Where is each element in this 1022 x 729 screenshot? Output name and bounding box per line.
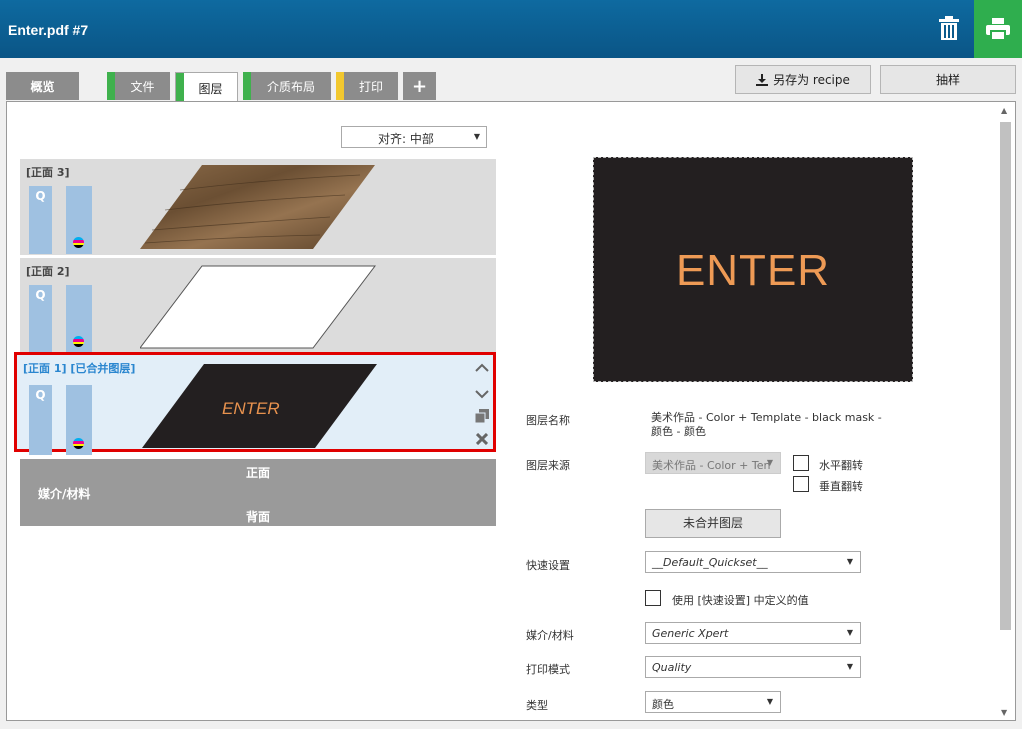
chevron-down-icon: ▼ (846, 662, 853, 671)
sample-label: 抽样 (935, 73, 960, 87)
trash-icon (939, 16, 959, 40)
tab-layers-label: 图层 (198, 81, 223, 96)
move-down-icon[interactable] (475, 387, 489, 403)
layer-item-front-1-selected[interactable]: [正面 1] [已合并图层] Q ENTER (14, 352, 496, 455)
media-back-label: 背面 (245, 510, 270, 524)
layer-preview: ENTER (593, 157, 913, 382)
plus-icon: + (411, 75, 428, 97)
status-stripe (243, 72, 251, 100)
status-stripe (336, 72, 344, 100)
layer-source-value: 美术作品 - Color + Ten (652, 459, 771, 472)
status-stripe (176, 73, 184, 103)
status-stripe (107, 72, 115, 100)
media-front-label: 正面 (245, 466, 270, 480)
vertical-scrollbar[interactable]: ▲ ▼ (998, 104, 1014, 719)
tab-layers[interactable]: 图层 (175, 72, 238, 103)
flip-horizontal-checkbox[interactable] (793, 455, 809, 471)
scroll-up-icon[interactable]: ▲ (1001, 106, 1007, 115)
move-up-icon[interactable] (475, 361, 489, 377)
sample-button[interactable]: 抽样 (880, 65, 1016, 94)
use-quickset-label: 使用 [快速设置] 中定义的值 (672, 594, 809, 607)
quickset-select[interactable]: __Default_Quickset__ ▼ (645, 551, 861, 573)
layer-name-value-line2: 颜色 - 颜色 (651, 425, 706, 438)
media-material-label: 媒介/材料 (38, 487, 91, 501)
type-label: 类型 (526, 699, 548, 712)
tab-media-layout[interactable]: 介质布局 (243, 72, 331, 100)
chevron-down-icon: ▼ (766, 458, 773, 467)
type-select[interactable]: 颜色 ▼ (645, 691, 781, 713)
tab-media-layout-label: 介质布局 (266, 79, 315, 94)
color-channel-bar (66, 285, 92, 353)
print-mode-select[interactable]: Quality ▼ (645, 656, 861, 678)
layer-thumbnail-wood (140, 165, 375, 249)
scrollbar-thumb[interactable] (1000, 122, 1011, 630)
tab-overview-label: 概览 (30, 79, 55, 94)
chevron-down-icon: ▼ (473, 132, 480, 141)
flip-vertical-label: 垂直翻转 (819, 480, 863, 493)
layer-source-select: 美术作品 - Color + Ten ▼ (645, 452, 781, 474)
layer-source-label: 图层来源 (526, 459, 570, 472)
cmyk-icon (73, 237, 84, 248)
window-title: Enter.pdf #7 (8, 22, 89, 38)
unmerge-button[interactable]: 未合并图层 (645, 509, 781, 538)
media-block: 正面 媒介/材料 背面 (20, 459, 496, 526)
scroll-down-icon[interactable]: ▼ (1001, 708, 1007, 717)
media-label: 媒介/材料 (526, 629, 574, 642)
color-channel-bar (66, 385, 92, 455)
layer-thumbnail-white (140, 265, 377, 349)
printer-icon (986, 18, 1010, 40)
save-as-recipe-button[interactable]: 另存为 recipe (735, 65, 871, 94)
layer-name-value-line1: 美术作品 - Color + Template - black mask - (651, 411, 882, 424)
media-value: Generic Xpert (652, 627, 729, 640)
delete-layer-icon[interactable] (475, 432, 489, 449)
delete-button[interactable] (930, 8, 968, 48)
media-select[interactable]: Generic Xpert ▼ (645, 622, 861, 644)
quickset-value: __Default_Quickset__ (652, 556, 768, 569)
align-select[interactable]: 对齐: 中部 ▼ (341, 126, 487, 148)
chevron-down-icon: ▼ (766, 697, 773, 706)
cmyk-icon (73, 336, 84, 347)
tab-print-label: 打印 (358, 79, 383, 94)
layer-name: [正面 2] (26, 265, 70, 278)
flip-horizontal-label: 水平翻转 (819, 459, 863, 472)
quickset-label: 快速设置 (526, 559, 570, 572)
layer-item-front-2[interactable]: [正面 2] Q (20, 257, 496, 354)
chevron-down-icon: ▼ (846, 557, 853, 566)
layer-name-value: 美术作品 - Color + Template - black mask - 颜… (651, 411, 882, 439)
tab-overview[interactable]: 概览 (6, 72, 79, 100)
layer-thumbnail-text: ENTER (222, 399, 280, 418)
quality-indicator: Q (29, 186, 52, 254)
quality-indicator: Q (29, 285, 52, 353)
preview-text: ENTER (675, 246, 831, 295)
align-select-value: 对齐: 中部 (378, 132, 434, 146)
color-channel-bar (66, 186, 92, 254)
chevron-down-icon: ▼ (846, 628, 853, 637)
tab-files-label: 文件 (130, 79, 155, 94)
cmyk-icon (73, 438, 84, 449)
layer-name: [正面 3] (26, 166, 70, 179)
use-quickset-checkbox[interactable] (645, 590, 661, 606)
download-icon (756, 73, 769, 86)
copy-icon[interactable] (474, 409, 489, 427)
tab-files[interactable]: 文件 (107, 72, 170, 100)
print-button[interactable] (974, 0, 1022, 58)
quality-indicator: Q (29, 385, 52, 455)
flip-vertical-checkbox[interactable] (793, 476, 809, 492)
layer-item-front-3[interactable]: [正面 3] Q (20, 158, 496, 255)
title-bar: Enter.pdf #7 (0, 0, 1022, 58)
layer-name-label: 图层名称 (526, 414, 570, 427)
print-mode-label: 打印模式 (526, 663, 570, 676)
save-as-recipe-label: 另存为 recipe (773, 73, 850, 87)
print-mode-value: Quality (652, 661, 692, 674)
tab-print[interactable]: 打印 (336, 72, 398, 100)
type-value: 颜色 (652, 698, 674, 711)
tab-add[interactable]: + (403, 72, 436, 100)
layer-name: [正面 1] [已合并图层] (23, 362, 136, 375)
